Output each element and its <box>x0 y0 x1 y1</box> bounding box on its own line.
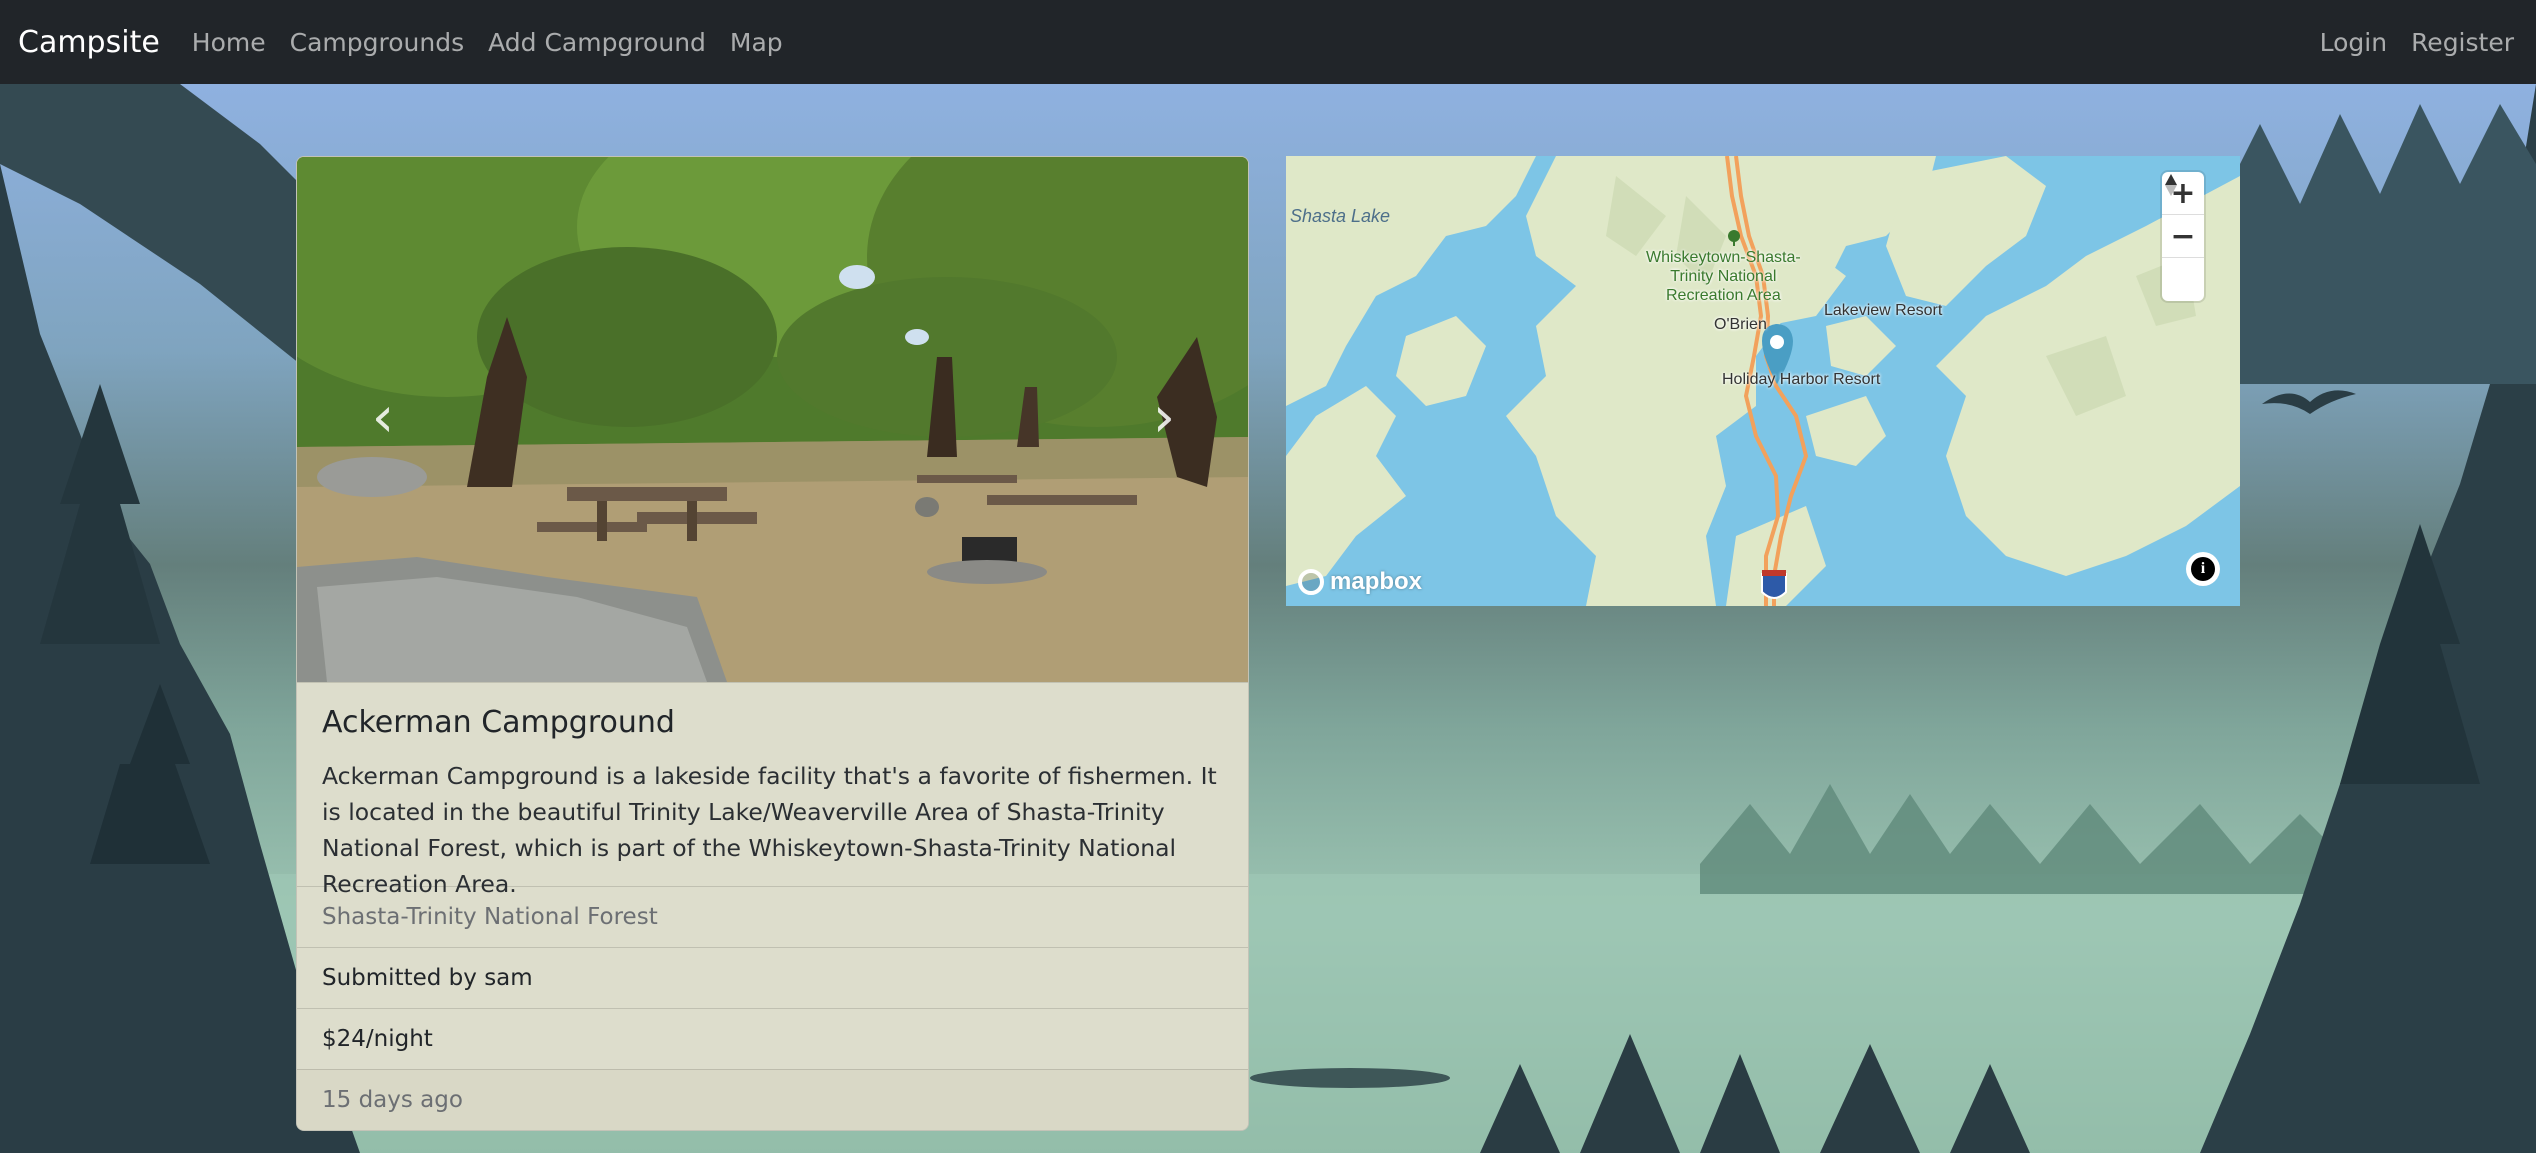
campground-card: ‹ › Ackerman Campground Ackerman Campgro… <box>296 156 1249 1131</box>
map-label-obrien: O'Brien <box>1714 316 1767 333</box>
campground-price: $24/night <box>297 1008 1248 1069</box>
campground-photo <box>297 157 1248 682</box>
campground-description: Ackerman Campground is a lakeside facili… <box>322 762 1217 898</box>
carousel-prev-button[interactable]: ‹ <box>343 377 423 457</box>
compass-button[interactable] <box>2162 174 2204 301</box>
info-icon: i <box>2191 557 2215 581</box>
nav-map[interactable]: Map <box>730 28 783 57</box>
chevron-right-icon: › <box>1152 384 1176 450</box>
mapbox-logo-icon <box>1298 569 1324 595</box>
chevron-left-icon: ‹ <box>371 384 395 450</box>
zoom-out-button[interactable]: − <box>2162 215 2204 258</box>
map-label-recreation-area: Whiskeytown-Shasta- Trinity National Rec… <box>1646 249 1801 304</box>
campground-title: Ackerman Campground <box>322 705 675 740</box>
nav-add-campground[interactable]: Add Campground <box>488 28 706 57</box>
nav-auth-links: Login Register <box>2308 28 2526 57</box>
map-label-holiday-harbor: Holiday Harbor Resort <box>1722 371 1881 388</box>
map-label-lakeview-resort: Lakeview Resort <box>1824 302 1943 319</box>
top-navbar: Campsite Home Campgrounds Add Campground… <box>0 0 2536 84</box>
campground-author: Submitted by sam <box>297 947 1248 1008</box>
mapbox-logo[interactable]: mapbox <box>1298 568 1422 596</box>
nav-campgrounds[interactable]: Campgrounds <box>290 28 464 57</box>
nav-login[interactable]: Login <box>2320 28 2387 57</box>
compass-icon <box>2165 174 2177 196</box>
nav-register[interactable]: Register <box>2411 28 2514 57</box>
map-label-shasta-lake: Shasta Lake <box>1290 206 1391 226</box>
card-body: Ackerman Campground Ackerman Campground … <box>297 682 1248 898</box>
brand-logo[interactable]: Campsite <box>18 25 160 60</box>
map-controls: + − <box>2162 172 2204 301</box>
map-attribution-button[interactable]: i <box>2186 552 2220 586</box>
carousel-next-button[interactable]: › <box>1124 377 1204 457</box>
campground-map[interactable]: Shasta Lake Whiskeytown-Shasta- Trinity … <box>1286 156 2240 606</box>
campground-posted-time: 15 days ago <box>297 1069 1248 1130</box>
campground-photo-carousel: ‹ › <box>297 157 1248 682</box>
nav-home[interactable]: Home <box>192 28 266 57</box>
